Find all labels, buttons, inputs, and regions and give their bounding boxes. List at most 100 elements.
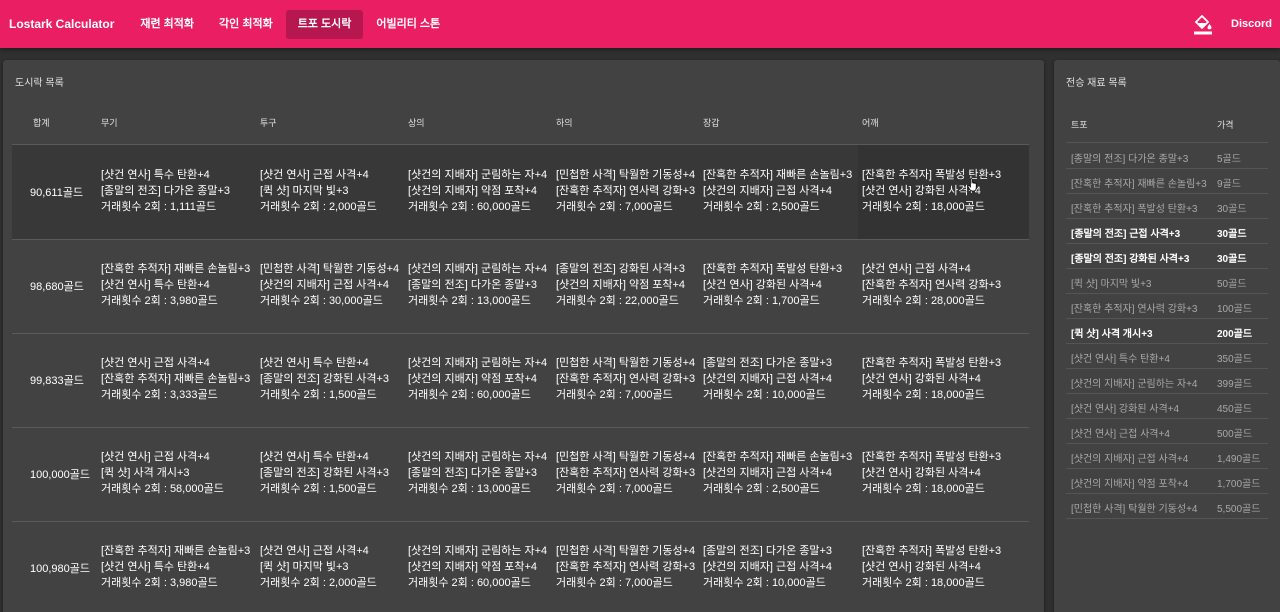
- col-top[interactable]: 상의: [408, 116, 425, 129]
- shoulder-cell: [잔혹한 추적자] 폭발성 탄환+3 [샷건 연사] 강화된 사격+4 거래횟수 2…: [862, 451, 1002, 495]
- col-bottom[interactable]: 하의: [556, 116, 573, 129]
- app-bar: Lostark Calculator 재련 최적화 각인 최적화 트포 도시락 …: [0, 0, 1280, 48]
- material-name: [잔혹한 추적자] 재빠른 손놀림+3: [1071, 179, 1207, 190]
- gloves-cell: [잔혹한 추적자] 재빠른 손놀림+3 [샷건의 지배자] 근접 사격+4 거래횟수…: [703, 451, 853, 495]
- material-price: 9골드: [1217, 179, 1241, 190]
- material-name: [샷건의 지배자] 군림하는 자+4: [1071, 379, 1198, 390]
- tab-refine-optimize[interactable]: 재련 최적화: [128, 10, 206, 39]
- material-name: [잔혹한 추적자] 폭발성 탄환+3: [1071, 204, 1198, 215]
- material-price: 30골드: [1217, 254, 1247, 265]
- material-row[interactable]: [잔혹한 추적자] 연사력 강화+3 100골드: [1066, 293, 1268, 318]
- bottom-cell: [민첩한 사격] 탁월한 기동성+4 [잔혹한 추적자] 연사력 강화+3 거래횟수…: [556, 169, 696, 213]
- col-price[interactable]: 가격: [1217, 118, 1234, 131]
- bottom-cell: [민첩한 사격] 탁월한 기동성+4 [잔혹한 추적자] 연사력 강화+3 거래횟수…: [556, 357, 696, 401]
- material-name: [종말의 전조] 근접 사격+3: [1071, 229, 1181, 240]
- mouse-cursor-icon: [967, 178, 977, 192]
- table-row[interactable]: 100,000골드 [샷건 연사] 근접 사격+4 [퀵 샷] 사격 개시+3 거래…: [12, 427, 1029, 521]
- material-list-title: 전승 재료 목록: [1066, 78, 1127, 89]
- shoulder-cell: [샷건 연사] 근접 사격+4 [잔혹한 추적자] 연사력 강화+3 거래횟수 2회…: [862, 263, 1002, 307]
- weapon-cell: [샷건 연사] 특수 탄환+4 [종말의 전조] 다가온 종말+3 거래횟수 2회 …: [101, 169, 231, 213]
- material-row[interactable]: [샷건의 지배자] 군림하는 자+4 399골드: [1066, 368, 1268, 393]
- material-name: [샷건 연사] 근접 사격+4: [1071, 429, 1170, 440]
- tab-engraving-optimize[interactable]: 각인 최적화: [207, 10, 285, 39]
- material-row[interactable]: [샷건의 지배자] 근접 사격+4 1,490골드: [1066, 443, 1268, 468]
- material-row[interactable]: [샷건 연사] 강화된 사격+4 450골드: [1066, 393, 1268, 418]
- material-list-card: 전승 재료 목록 트포 가격 [종말의 전조] 다가온 종말+3 5골드 [잔혹한 …: [1054, 60, 1280, 612]
- material-price: 500골드: [1217, 429, 1253, 440]
- helmet-cell: [샷건 연사] 특수 탄환+4 [종말의 전조] 강화된 사격+3 거래횟수 2회 …: [260, 357, 390, 401]
- lunchbox-list-title: 도시락 목록: [15, 78, 64, 89]
- gloves-cell: [종말의 전조] 다가온 종말+3 [샷건의 지배자] 근접 사격+4 거래횟수 2…: [703, 545, 833, 589]
- material-price: 450골드: [1217, 404, 1253, 415]
- material-name: [잔혹한 추적자] 연사력 강화+3: [1071, 304, 1198, 315]
- col-total[interactable]: 합계: [33, 116, 50, 129]
- material-name: [퀵 샷] 사격 개시+3: [1071, 329, 1153, 340]
- weapon-cell: [잔혹한 추적자] 재빠른 손놀림+3 [샷건 연사] 특수 탄환+4 거래횟수 2…: [101, 545, 251, 589]
- col-weapon[interactable]: 무기: [101, 116, 118, 129]
- row-total: 99,833골드: [30, 375, 84, 387]
- table-row[interactable]: 90,611골드 [샷건 연사] 특수 탄환+4 [종말의 전조] 다가온 종말+…: [12, 145, 1029, 239]
- material-price: 350골드: [1217, 354, 1253, 365]
- material-price: 1,700골드: [1217, 479, 1261, 490]
- top-cell: [샷건의 지배자] 군림하는 자+4 [종말의 전조] 다가온 종말+3 거래횟수 …: [408, 451, 548, 495]
- material-row[interactable]: [종말의 전조] 근접 사격+3 30골드: [1066, 218, 1268, 243]
- material-price: 50골드: [1217, 279, 1247, 290]
- material-row[interactable]: [샷건의 지배자] 약점 포착+4 1,700골드: [1066, 468, 1268, 493]
- material-name: [샷건 연사] 특수 탄환+4: [1071, 354, 1170, 365]
- material-price: 1,490골드: [1217, 454, 1261, 465]
- col-tripod[interactable]: 트포: [1071, 118, 1088, 131]
- material-name: [샷건의 지배자] 약점 포착+4: [1071, 479, 1189, 490]
- top-cell: [샷건의 지배자] 군림하는 자+4 [샷건의 지배자] 약점 포착+4 거래횟수 …: [408, 545, 548, 589]
- helmet-cell: [민첩한 사격] 탁월한 기동성+4 [샷건의 지배자] 근접 사격+4 거래횟수 …: [260, 263, 400, 307]
- helmet-cell: [샷건 연사] 근접 사격+4 [퀵 샷] 마지막 빛+3 거래횟수 2회 : 2,…: [260, 545, 377, 589]
- col-shoulder[interactable]: 어깨: [862, 116, 879, 129]
- weapon-cell: [샷건 연사] 근접 사격+4 [퀵 샷] 사격 개시+3 거래횟수 2회 : 58…: [101, 451, 224, 495]
- material-name: [종말의 전조] 강화된 사격+3: [1071, 254, 1190, 265]
- material-row[interactable]: [종말의 전조] 다가온 종말+3 5골드: [1066, 143, 1268, 168]
- material-price: 100골드: [1217, 304, 1253, 315]
- row-total: 90,611골드: [30, 187, 84, 199]
- material-row[interactable]: [퀵 샷] 사격 개시+3 200골드: [1066, 318, 1268, 343]
- material-name: [샷건 연사] 강화된 사격+4: [1071, 404, 1180, 415]
- top-cell: [샷건의 지배자] 군림하는 자+4 [샷건의 지배자] 약점 포착+4 거래횟수 …: [408, 357, 548, 401]
- material-row[interactable]: [잔혹한 추적자] 재빠른 손놀림+3 9골드: [1066, 168, 1268, 193]
- tab-tripod-lunchbox[interactable]: 트포 도시락: [285, 9, 364, 39]
- table-row[interactable]: 100,980골드 [잔혹한 추적자] 재빠른 손놀림+3 [샷건 연사] 특수 …: [12, 521, 1029, 612]
- helmet-cell: [샷건 연사] 근접 사격+4 [퀵 샷] 마지막 빛+3 거래횟수 2회 : 2,…: [260, 169, 377, 213]
- material-row[interactable]: [샷건 연사] 특수 탄환+4 350골드: [1066, 343, 1268, 368]
- material-row[interactable]: [잔혹한 추적자] 폭발성 탄환+3 30골드: [1066, 193, 1268, 218]
- col-helmet[interactable]: 투구: [260, 116, 277, 129]
- row-total: 100,000골드: [30, 469, 91, 481]
- col-gloves[interactable]: 장갑: [703, 116, 720, 129]
- bottom-cell: [민첩한 사격] 탁월한 기동성+4 [잔혹한 추적자] 연사력 강화+3 거래횟수…: [556, 451, 696, 495]
- material-row[interactable]: [종말의 전조] 강화된 사격+3 30골드: [1066, 243, 1268, 268]
- material-row[interactable]: [민첩한 사격] 탁월한 기동성+4 5,500골드: [1066, 493, 1268, 518]
- shoulder-cell: [잔혹한 추적자] 폭발성 탄환+3 [샷건 연사] 강화된 사격+4 거래횟수 2…: [862, 169, 1002, 213]
- material-name: [종말의 전조] 다가온 종말+3: [1071, 154, 1189, 165]
- app-title[interactable]: Lostark Calculator: [9, 17, 114, 31]
- material-price: 399골드: [1217, 379, 1253, 390]
- paint-bucket-icon[interactable]: [1193, 13, 1213, 35]
- bottom-cell: [종말의 전조] 강화된 사격+3 [샷건의 지배자] 약점 포착+4 거래횟수 2…: [556, 263, 686, 307]
- gloves-cell: [잔혹한 추적자] 재빠른 손놀림+3 [샷건의 지배자] 근접 사격+4 거래횟수…: [703, 169, 853, 213]
- top-cell: [샷건의 지배자] 군림하는 자+4 [종말의 전조] 다가온 종말+3 거래횟수 …: [408, 263, 548, 307]
- material-name: [샷건의 지배자] 근접 사격+4: [1071, 454, 1189, 465]
- material-row[interactable]: [퀵 샷] 마지막 빛+3 50골드: [1066, 268, 1268, 293]
- appbar-actions: Discord: [1193, 0, 1272, 48]
- material-name: [민첩한 사격] 탁월한 기동성+4: [1071, 504, 1198, 515]
- material-row[interactable]: [샷건 연사] 근접 사격+4 500골드: [1066, 418, 1268, 443]
- table-row[interactable]: 98,680골드 [잔혹한 추적자] 재빠른 손놀림+3 [샷건 연사] 특수 탄…: [12, 239, 1029, 333]
- lunchbox-table-header: 합계 무기 투구 상의 하의 장갑 어깨: [12, 116, 1029, 129]
- helmet-cell: [샷건 연사] 특수 탄환+4 [종말의 전조] 강화된 사격+3 거래횟수 2회 …: [260, 451, 390, 495]
- weapon-cell: [잔혹한 추적자] 재빠른 손놀림+3 [샷건 연사] 특수 탄환+4 거래횟수 2…: [101, 263, 251, 307]
- gloves-cell: [종말의 전조] 다가온 종말+3 [샷건의 지배자] 근접 사격+4 거래횟수 2…: [703, 357, 833, 401]
- discord-link[interactable]: Discord: [1231, 18, 1272, 30]
- material-price: 30골드: [1217, 204, 1247, 215]
- top-cell: [샷건의 지배자] 군림하는 자+4 [샷건의 지배자] 약점 포착+4 거래횟수 …: [408, 169, 548, 213]
- material-name: [퀵 샷] 마지막 빛+3: [1071, 279, 1152, 290]
- tab-ability-stone[interactable]: 어빌리티 스톤: [364, 10, 452, 39]
- weapon-cell: [샷건 연사] 근접 사격+4 [잔혹한 추적자] 재빠른 손놀림+3 거래횟수 2…: [101, 357, 251, 401]
- row-total: 100,980골드: [30, 563, 91, 575]
- shoulder-cell: [잔혹한 추적자] 폭발성 탄환+3 [샷건 연사] 강화된 사격+4 거래횟수 2…: [862, 545, 1002, 589]
- table-row[interactable]: 99,833골드 [샷건 연사] 근접 사격+4 [잔혹한 추적자] 재빠른 손놀…: [12, 333, 1029, 427]
